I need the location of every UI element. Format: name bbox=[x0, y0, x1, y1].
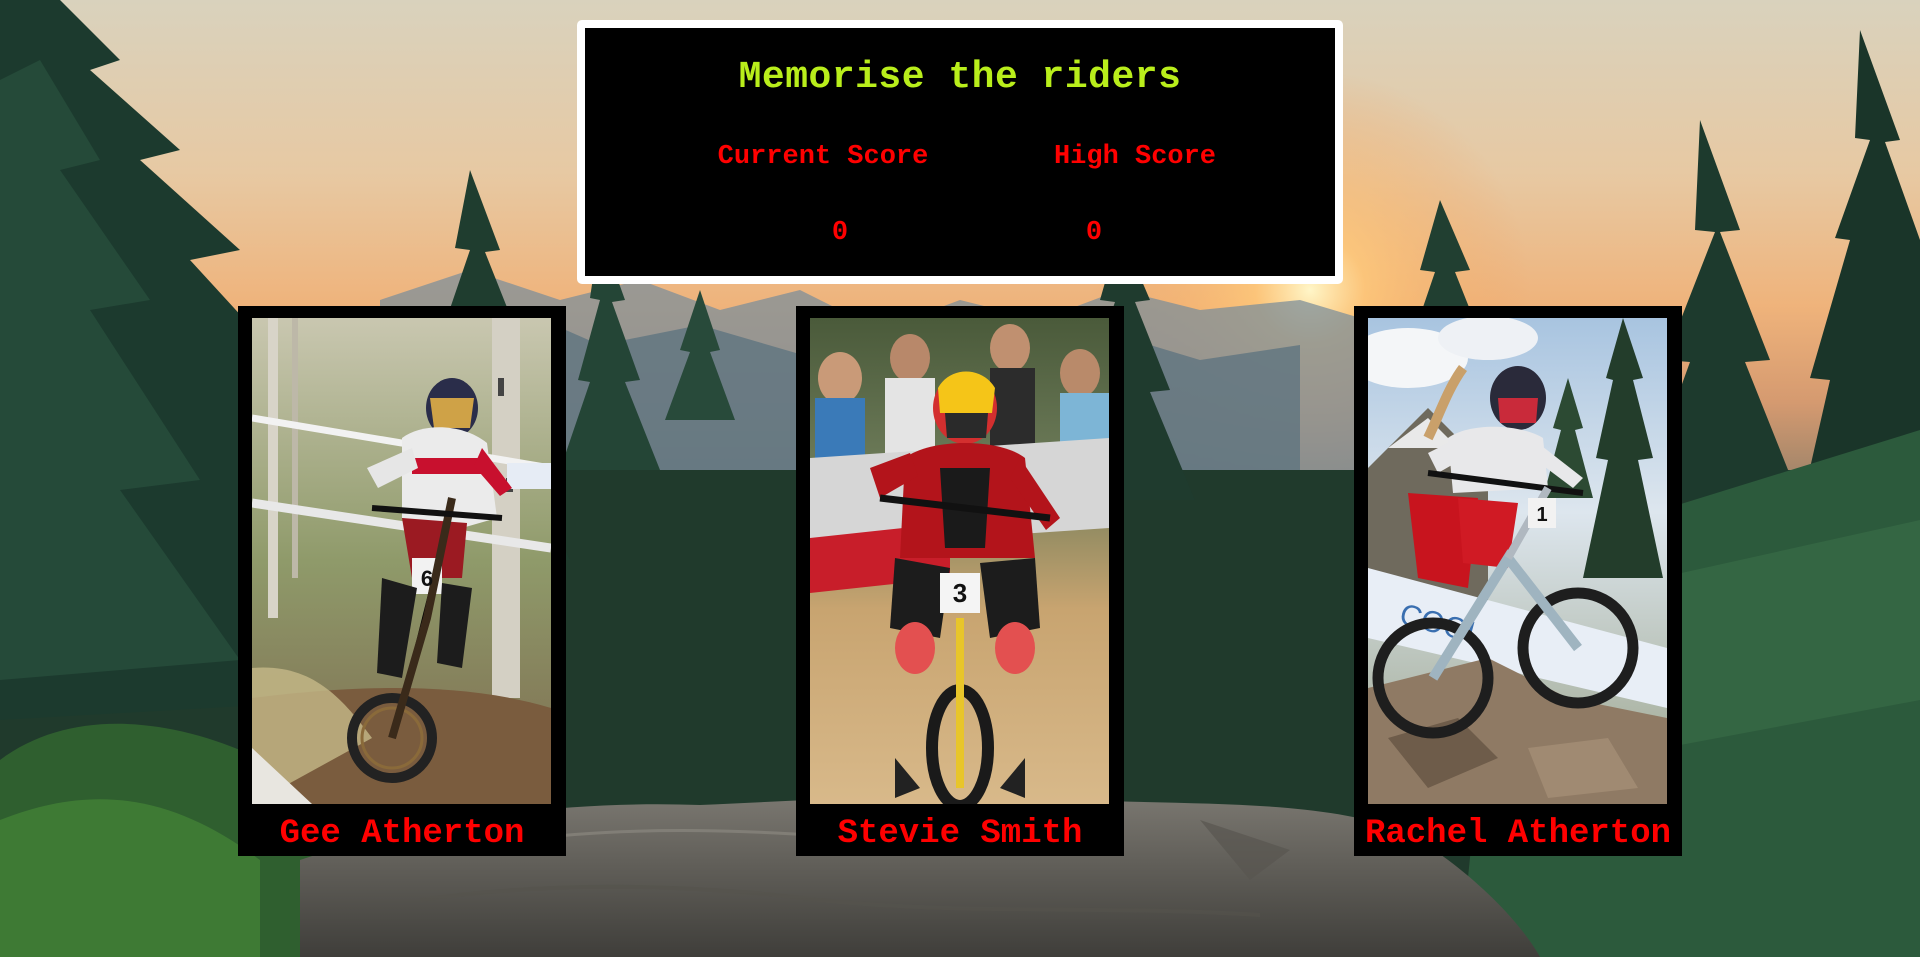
high-score-value: 0 bbox=[1085, 218, 1103, 248]
high-score-label: High Score bbox=[1053, 142, 1217, 172]
rider-card-gee-atherton[interactable]: 6 Gee Atherton bbox=[238, 306, 566, 856]
rider-card-stevie-smith[interactable]: 3 Stevie Smith bbox=[796, 306, 1124, 856]
rider-photo-stevie-smith: 3 bbox=[810, 318, 1109, 804]
game-title: Memorise the riders bbox=[738, 56, 1182, 99]
svg-text:6: 6 bbox=[421, 566, 433, 591]
rider-name: Gee Atherton bbox=[279, 815, 525, 853]
rider-card-rachel-atherton[interactable]: COOL 1 Rachel Atherton bbox=[1354, 306, 1682, 856]
rider-name: Rachel Atherton bbox=[1364, 815, 1672, 853]
svg-text:1: 1 bbox=[1536, 504, 1547, 526]
svg-text:3: 3 bbox=[953, 578, 967, 608]
scoreboard-panel: Memorise the riders Current Score High S… bbox=[577, 20, 1343, 284]
current-score-value: 0 bbox=[831, 218, 849, 248]
current-score-label: Current Score bbox=[717, 142, 929, 172]
rider-photo-gee-atherton: 6 bbox=[252, 318, 551, 804]
rider-name: Stevie Smith bbox=[837, 815, 1083, 853]
rider-photo-rachel-atherton: COOL 1 bbox=[1368, 318, 1667, 804]
